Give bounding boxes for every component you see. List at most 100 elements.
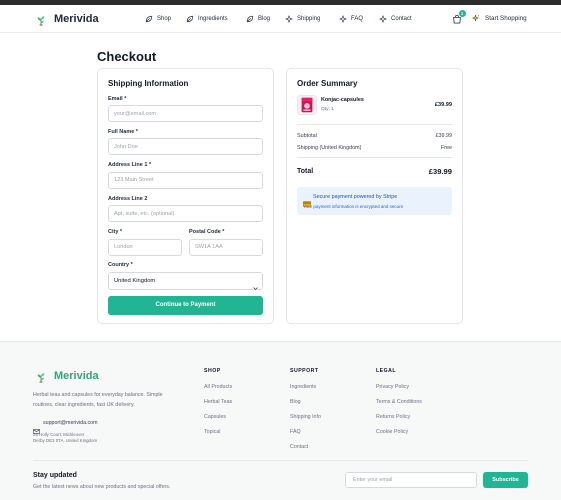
footer-link-contact[interactable]: Contact (290, 444, 321, 451)
total-label: Total (297, 167, 314, 175)
email-field-group: Email * (108, 95, 263, 122)
shipping-row: Shipping (United Kingdom) Free (297, 144, 452, 152)
shipping-information-card: Shipping Information Email * Full Name *… (97, 68, 274, 324)
nav-item-shipping[interactable]: Shipping (285, 15, 320, 23)
full-name-label: Full Name * (108, 128, 138, 135)
nav-item-shop[interactable]: Shop (145, 15, 171, 23)
footer-link-ingredients[interactable]: Ingredients (290, 384, 321, 391)
footer-email: support@merivida.com (43, 419, 98, 426)
sparkle-icon (472, 14, 480, 25)
country-select[interactable]: United Kingdom (108, 271, 263, 290)
mail-icon (33, 421, 40, 434)
shipping-information-title: Shipping Information (108, 79, 189, 88)
address-line-2-field-group: Address Line 2 (108, 196, 263, 223)
secure-payment-notice: Secure payment powered by Stripe Your pa… (297, 187, 452, 215)
order-summary-title: Order Summary (297, 79, 358, 88)
nav-item-label: Shipping (297, 16, 321, 22)
footer-link-privacy-policy[interactable]: Privacy Policy (376, 384, 422, 391)
order-item: Konjac-capsules Qty: 1 £39.99 (297, 95, 452, 115)
sparkle-icon (285, 15, 293, 23)
cart-button[interactable]: 1 (452, 9, 466, 24)
subtotal-label: Subtotal (297, 132, 317, 139)
herb-sprout-icon (35, 370, 47, 383)
secure-payment-text: Your payment information is encrypted an… (303, 204, 404, 209)
footer-link-returns-policy[interactable]: Returns Policy (376, 414, 422, 421)
total-row: Total £39.99 (297, 166, 452, 176)
full-name-field-group: Full Name * (108, 129, 263, 156)
nav-item-label: Blog (258, 16, 271, 22)
order-item-info: Konjac-capsules Qty: 1 (321, 95, 435, 113)
footer-link-cookie-policy[interactable]: Cookie Policy (376, 429, 422, 436)
address-line-2-input[interactable] (108, 205, 263, 223)
footer-description: Herbal teas and capsules for everyday ba… (33, 390, 163, 410)
subtotal-row: Subtotal £39.99 (297, 132, 452, 140)
brand-logo-link[interactable]: Merivida (35, 13, 99, 26)
footer-link-shipping-info[interactable]: Shipping Info (290, 414, 321, 421)
footer-column-heading: LEGAL (376, 367, 397, 374)
product-image (297, 95, 317, 115)
shipping-label: Shipping (United Kingdom) (297, 144, 362, 151)
order-item-name: Konjac-capsules (321, 96, 364, 103)
footer-link-faq[interactable]: FAQ (290, 429, 321, 436)
nav-item-contact[interactable]: Contact (379, 15, 412, 23)
country-select-wrapper: United Kingdom (108, 271, 263, 291)
nav-item-label: Shop (157, 16, 172, 22)
subscribe-button[interactable]: Subscribe (483, 471, 528, 488)
footer-divider (33, 460, 528, 461)
footer-column-legal: LEGAL Privacy Policy Terms & Conditions … (376, 368, 422, 444)
newsletter-email-input[interactable] (345, 471, 477, 488)
address-line-1-field-group: Address Line 1 * (108, 162, 263, 189)
herb-sprout-icon (35, 13, 47, 26)
total-value: £39.99 (428, 166, 452, 176)
cart-count-badge: 1 (458, 9, 466, 17)
page-title: Checkout (97, 49, 157, 64)
city-field-group: City * (108, 229, 182, 256)
postal-code-label: Postal Code * (189, 229, 225, 236)
nav-item-faq[interactable]: FAQ (339, 15, 363, 23)
city-input[interactable] (108, 238, 182, 256)
footer-brand-logo-link[interactable]: Merivida (35, 370, 99, 383)
footer-column-shop: SHOP All Products Herbal Teas Capsules T… (204, 368, 232, 444)
nav-item-ingredients[interactable]: Ingredients (186, 15, 228, 23)
footer-column-heading: SHOP (204, 367, 221, 374)
city-label: City * (108, 229, 123, 236)
order-item-qty: Qty: 1 (321, 106, 334, 112)
footer-link-blog[interactable]: Blog (290, 399, 321, 406)
footer-description-line: Herbal teas and capsules for everyday ba… (33, 392, 163, 398)
leaf-icon (145, 15, 153, 23)
continue-to-payment-button[interactable]: Continue to Payment (108, 295, 263, 315)
nav-item-label: FAQ (351, 16, 364, 22)
full-name-input[interactable] (108, 138, 263, 156)
footer-link-capsules[interactable]: Capsules (204, 414, 232, 421)
email-label: Email * (108, 95, 127, 102)
footer-brand-name: Merivida (54, 370, 99, 382)
nav-item-blog[interactable]: Blog (246, 15, 270, 23)
address-line-2-label: Address Line 2 (108, 195, 148, 202)
secure-payment-title: Secure payment powered by Stripe (313, 194, 398, 200)
footer-link-terms-conditions[interactable]: Terms & Conditions (376, 399, 422, 406)
site-footer: Merivida Herbal teas and capsules for ev… (0, 341, 561, 500)
newsletter-text: Get the latest news about new products a… (33, 483, 171, 490)
footer-column-heading: SUPPORT (290, 367, 319, 374)
footer-email-link[interactable]: support@merivida.com (33, 419, 98, 434)
footer-link-herbal-teas[interactable]: Herbal Teas (204, 399, 232, 406)
footer-description-line: routines, clear ingredients, fast UK del… (33, 402, 135, 408)
newsletter-title: Stay updated (33, 471, 77, 479)
brand-name: Merivida (54, 13, 99, 25)
start-shopping-label: Start Shopping (485, 15, 527, 22)
footer-link-topical[interactable]: Topical (204, 429, 232, 436)
sparkle-icon (339, 15, 347, 23)
credit-card-icon (303, 194, 311, 207)
address-line-1-input[interactable] (108, 171, 263, 189)
site-header: Merivida Shop Ingredients Blog Shipping … (0, 5, 561, 33)
sparkle-icon (379, 15, 387, 23)
country-field-group: Country * United Kingdom (108, 262, 263, 291)
email-input[interactable] (108, 105, 263, 122)
postal-code-input[interactable] (189, 238, 263, 256)
order-summary-card: Order Summary Konjac-capsules Qty: 1 £39… (286, 68, 463, 324)
nav-item-label: Contact (391, 16, 412, 22)
start-shopping-link[interactable]: Start Shopping (472, 14, 527, 25)
leaf-icon (246, 15, 254, 23)
order-item-price: £39.99 (434, 102, 452, 108)
footer-link-all-products[interactable]: All Products (204, 384, 232, 391)
